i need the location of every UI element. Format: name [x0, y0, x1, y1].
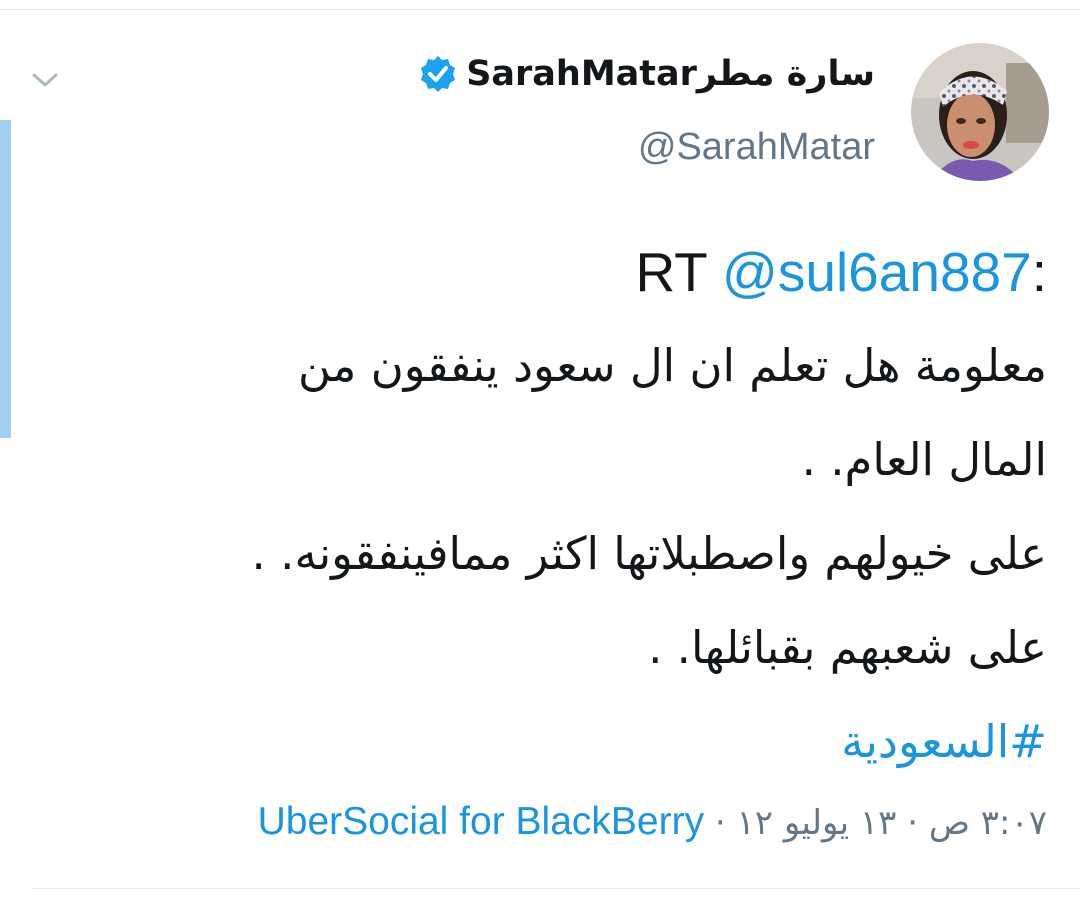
rt-prefix: RT [635, 241, 707, 303]
thread-indicator-bar [0, 120, 11, 438]
tweet-text-line-1: معلومة هل تعلم ان ال سعود ينفقون من [298, 339, 1047, 392]
tweet-text-line-3: على خيولهم واصطبلاتها اكثر ممافينفقونه. … [251, 527, 1047, 580]
retweet-attribution-line: RT @sul6an887: [47, 225, 1047, 319]
hashtag-link[interactable]: #السعودية [47, 695, 1047, 789]
top-divider [0, 9, 1080, 10]
display-name[interactable]: سارة مطرSarahMatar [466, 54, 875, 94]
tweet-text-line-4: على شعبهم بقبائلها. . [648, 621, 1047, 674]
chevron-down-icon[interactable] [31, 70, 59, 90]
user-name-row: سارة مطرSarahMatar [418, 54, 875, 94]
tweet-text: RT @sul6an887: معلومة هل تعلم ان ال سعود… [47, 225, 1047, 789]
verified-badge-icon [421, 56, 456, 92]
timestamp[interactable]: ٣:٠٧ ص · ١٣ يوليو ١٢ [737, 803, 1047, 843]
rt-colon: : [1031, 241, 1047, 303]
meta-separator: · [714, 803, 726, 843]
mention-link[interactable]: @sul6an887 [722, 241, 1032, 303]
tweet-metadata: ٣:٠٧ ص · ١٣ يوليو ١٢ · UberSocial for Bl… [258, 800, 1047, 844]
avatar[interactable] [911, 43, 1049, 181]
tweet-text-line-2: المال العام. . [801, 433, 1047, 486]
user-handle[interactable]: @SarahMatar [638, 126, 875, 169]
source-link[interactable]: UberSocial for BlackBerry [258, 800, 704, 843]
bottom-divider [32, 888, 1080, 889]
profile-photo-avatar [911, 43, 1049, 181]
